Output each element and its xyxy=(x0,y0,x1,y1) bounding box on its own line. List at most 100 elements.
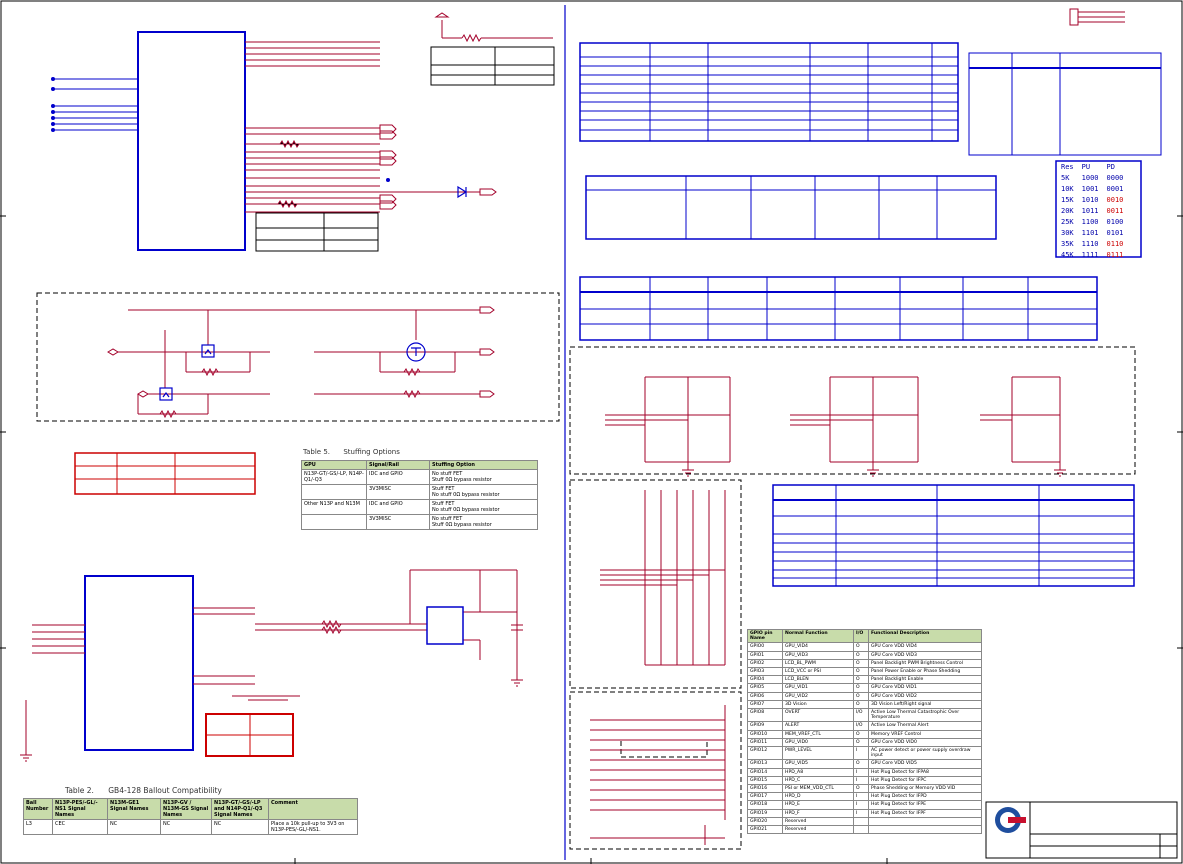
gpio-row: GPIO0 GPU_VID4 O GPU Core VDD VID4 xyxy=(747,642,982,652)
gpio-function: MEM_VREF_CTL xyxy=(782,729,854,739)
res-value: 35K xyxy=(1061,240,1074,248)
gpio-pin: GPIO17 xyxy=(747,792,783,802)
gpio-pin: GPIO18 xyxy=(747,800,783,810)
gpio-description: 3D Vision Left/Right signal xyxy=(868,699,982,710)
res-row: 35K 1110 0110 xyxy=(1057,239,1127,250)
gpio-io: O xyxy=(853,729,869,739)
ballout-n13p-gt: NC xyxy=(211,819,269,835)
ballout-row: L3 CEC NC NC NC Place a 10k pull-up to 3… xyxy=(23,819,358,835)
res-value: 20K xyxy=(1061,207,1074,215)
gpio-pin: GPIO20 xyxy=(747,816,783,827)
res-value: 5K xyxy=(1061,174,1070,182)
stuffing-gpu xyxy=(301,514,367,530)
ballout-n13m-ge1: NC xyxy=(107,819,161,835)
stuffing-row: N13P-GT/-GS/-LP, N14P-Q1/-Q3 IDC and GPIO… xyxy=(301,469,538,485)
gpio-pin: GPIO16 xyxy=(747,784,783,794)
gpio-row: GPIO13 GPU_VID5 O GPU Core VDD VID5 xyxy=(747,759,982,769)
gpio-description: GPU Core VDD VID2 xyxy=(868,691,982,701)
gpio-io: I xyxy=(853,746,869,761)
gpio-function: GPU_VID1 xyxy=(782,683,854,693)
gpio-row: GPIO18 HPD_E I Hot Plug Detect for IFPE xyxy=(747,800,982,810)
ballout-comment: Place a 10k pull-up to 3V3 on N13P-PES/-… xyxy=(268,819,358,835)
chip-u1 xyxy=(51,31,497,251)
gpio-function: GPU_VID4 xyxy=(782,642,854,652)
ballout-header-n13p-pes: N13P-PES/-GL/-NS1 Signal Names xyxy=(52,798,108,820)
gpio-io: O xyxy=(853,691,869,701)
res-value: 15K xyxy=(1061,196,1074,204)
pu-code: 1001 xyxy=(1081,185,1099,193)
ballout-n13p-pes: CEC xyxy=(52,819,108,835)
gpio-row: GPIO3 LCD_VCC or PSI O Panel Power Enable o… xyxy=(747,667,982,677)
gpio-row: GPIO15 HPD_C I Hot Plug Detect for IFPC xyxy=(747,775,982,786)
res-value: 30K xyxy=(1061,229,1074,237)
res-header-pu: PU xyxy=(1081,163,1091,171)
gpio-row: GPIO17 HPD_D I Hot Plug Detect for IFPD xyxy=(747,792,982,802)
stuffing-gpu xyxy=(301,484,367,500)
chip-u2 xyxy=(20,569,523,762)
gpio-description: Panel Backlight Enable xyxy=(868,675,982,685)
ballout-header-row: Ball Number N13P-PES/-GL/-NS1 Signal Nam… xyxy=(23,798,358,820)
gpio-function: HPD_E xyxy=(782,800,854,810)
gpio-row: GPIO2 LCD_BL_PWM O Panel Backlight PWM Brig… xyxy=(747,658,982,669)
stuffing-caption: Table 5. Stuffing Options xyxy=(303,448,400,456)
res-row: 30K 1101 0101 xyxy=(1057,228,1127,239)
pd-code: 0111 xyxy=(1106,251,1124,259)
pu-code: 1111 xyxy=(1081,251,1099,259)
gpio-row: GPIO1 GPU_VID3 O GPU Core VDD VID3 xyxy=(747,650,982,660)
quanta-logo xyxy=(995,807,1026,833)
stuffing-header-signal: Signal/Rail xyxy=(366,460,430,470)
gpio-row: GPIO20 Reserved xyxy=(747,816,982,827)
gpio-description: Panel Power Enable or Phase Shedding xyxy=(868,667,982,677)
pu-code: 1011 xyxy=(1081,207,1099,215)
gpio-function: HPD_A8 xyxy=(782,767,854,777)
gpio-pin: GPIO13 xyxy=(747,759,783,769)
stuffing-gpu: N13P-GT/-GS/-LP, N14P-Q1/-Q3 xyxy=(301,469,367,485)
gpio-description xyxy=(868,816,982,827)
res-row: 20K 1011 0011 xyxy=(1057,206,1127,217)
pu-code: 1110 xyxy=(1081,240,1099,248)
gpio-function: GPU_VID2 xyxy=(782,691,854,701)
gpio-description: GPU Core VDD VID0 xyxy=(868,737,982,748)
gpio-pin: GPIO9 xyxy=(747,721,783,731)
gpio-row: GPIO21 Reserved xyxy=(747,825,982,835)
gpio-io: I/O xyxy=(853,721,869,731)
pd-code: 0001 xyxy=(1106,185,1124,193)
gpio-io xyxy=(853,816,869,827)
res-row: 15K 1010 0010 xyxy=(1057,195,1127,206)
gpio-io: I xyxy=(853,808,869,818)
stuffing-signal: 3V3MISC xyxy=(366,514,430,530)
res-header-row: Res PU PD xyxy=(1057,162,1127,173)
gpio-io: O xyxy=(853,759,869,769)
gpio-pin: GPIO2 xyxy=(747,658,783,669)
gpio-io: O xyxy=(853,683,869,693)
gpio-table: GPIO pin Name Normal Function I/O Functi… xyxy=(747,628,982,835)
gpio-description: Hot Plug Detect for IFPC xyxy=(868,775,982,786)
gpio-row: GPIO5 GPU_VID1 O GPU Core VDD VID1 xyxy=(747,683,982,693)
gpio-function: GPU_VID3 xyxy=(782,650,854,660)
pu-code: 1000 xyxy=(1081,174,1099,182)
gpio-description: GPU Core VDD VID5 xyxy=(868,759,982,769)
gpio-pin: GPIO12 xyxy=(747,746,783,761)
gpio-io: I xyxy=(853,775,869,786)
gpio-row: GPIO11 GPU_VID0 O GPU Core VDD VID0 xyxy=(747,737,982,748)
gpio-io: O xyxy=(853,675,869,685)
res-value: 45K xyxy=(1061,251,1074,259)
gpio-function: HPD_C xyxy=(782,775,854,786)
res-value: 25K xyxy=(1061,218,1074,226)
gpio-io: I xyxy=(853,800,869,810)
gpio-description: GPU Core VDD VID3 xyxy=(868,650,982,660)
gpio-pin: GPIO11 xyxy=(747,737,783,748)
gpio-function: LCD_BL_PWM xyxy=(782,658,854,669)
gpio-row: GPIO9 ALERT I/O Active Low Thermal Alert xyxy=(747,721,982,731)
gpio-description: Hot Plug Detect for IFPE xyxy=(868,800,982,810)
gpio-header-pin: GPIO pin Name xyxy=(747,628,783,644)
stuffing-gpu: Other N13P and N13M xyxy=(301,499,367,515)
gpio-pin: GPIO6 xyxy=(747,691,783,701)
gpio-description: GPU Core VDD VID1 xyxy=(868,683,982,693)
gpio-description: GPU Core VDD VID4 xyxy=(868,642,982,652)
pd-code: 0010 xyxy=(1106,196,1124,204)
gpio-row: GPIO14 HPD_A8 I Hot Plug Detect for IFPA8 xyxy=(747,767,982,777)
stuffing-header-option: Stuffing Option xyxy=(429,460,538,470)
ballout-n13p-gv: NC xyxy=(160,819,212,835)
gpio-io: I/O xyxy=(853,708,869,723)
